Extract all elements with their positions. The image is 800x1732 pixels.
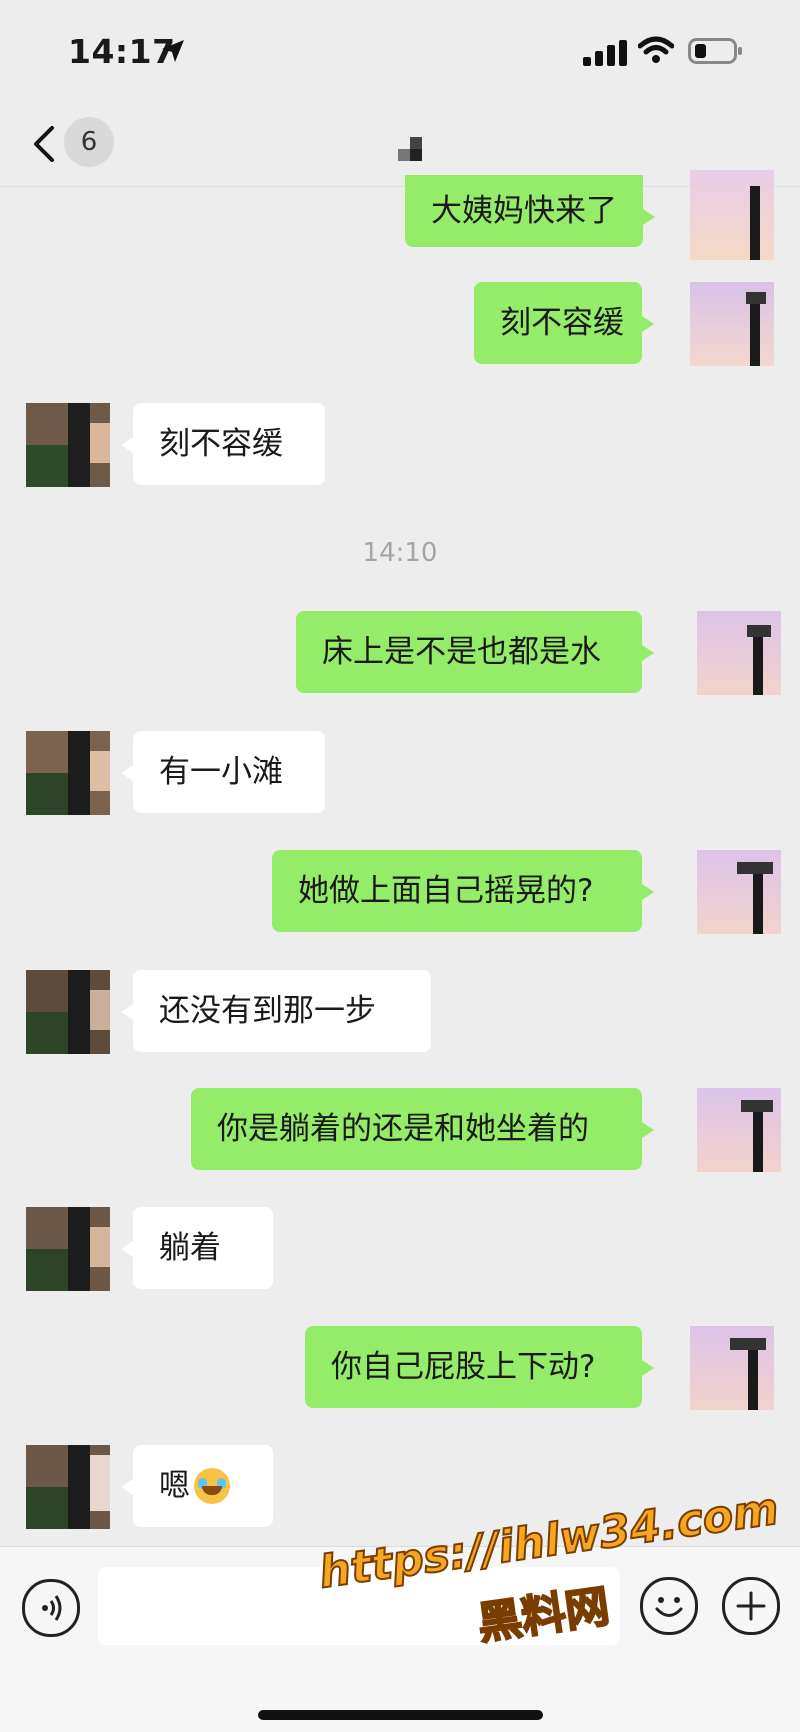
contact-avatar[interactable] xyxy=(26,1207,110,1291)
self-avatar[interactable] xyxy=(697,611,781,695)
message-bubble-outgoing[interactable]: 你自己屁股上下动? xyxy=(305,1326,654,1408)
contact-avatar[interactable] xyxy=(26,970,110,1054)
home-indicator xyxy=(258,1710,543,1720)
message-bubble-outgoing[interactable]: 你是躺着的还是和她坐着的 xyxy=(191,1088,654,1170)
status-bar: 14:17 xyxy=(0,0,800,110)
battery-icon xyxy=(688,38,742,64)
watermark-name: 黑料网 xyxy=(474,1580,614,1651)
chat-timestamp: 14:10 xyxy=(362,538,438,568)
contact-avatar[interactable] xyxy=(26,1445,110,1529)
message-bubble-incoming[interactable]: 躺着 xyxy=(121,1207,273,1289)
back-chevron-icon[interactable] xyxy=(30,124,60,164)
self-avatar[interactable] xyxy=(697,1088,781,1172)
contact-avatar[interactable] xyxy=(26,731,110,815)
message-bubble-incoming[interactable]: 嗯 xyxy=(121,1445,273,1527)
message-text: 嗯 xyxy=(159,1468,190,1504)
message-bubble-incoming[interactable]: 还没有到那一步 xyxy=(121,970,431,1052)
self-avatar[interactable] xyxy=(697,850,781,934)
message-bubble-outgoing[interactable]: 床上是不是也都是水 xyxy=(296,611,654,693)
contact-avatar[interactable] xyxy=(26,403,110,487)
message-bubble-incoming[interactable]: 有一小滩 xyxy=(121,731,325,813)
unread-count-badge[interactable]: 6 xyxy=(64,117,114,167)
location-arrow-icon xyxy=(162,40,184,62)
signal-icon xyxy=(583,40,627,66)
chat-title-mosaic xyxy=(398,137,426,165)
voice-icon[interactable] xyxy=(22,1579,80,1637)
self-avatar[interactable] xyxy=(690,170,774,260)
message-bubble-outgoing[interactable]: 大姨妈快来了 xyxy=(405,175,655,247)
message-bubble-outgoing[interactable]: 刻不容缓 xyxy=(474,282,654,364)
crying-laughing-emoji-icon xyxy=(194,1468,230,1504)
message-bubble-incoming[interactable]: 刻不容缓 xyxy=(121,403,325,485)
self-avatar[interactable] xyxy=(690,1326,774,1410)
self-avatar[interactable] xyxy=(690,282,774,366)
wifi-icon xyxy=(638,36,674,63)
message-bubble-outgoing[interactable]: 她做上面自己摇晃的? xyxy=(272,850,654,932)
